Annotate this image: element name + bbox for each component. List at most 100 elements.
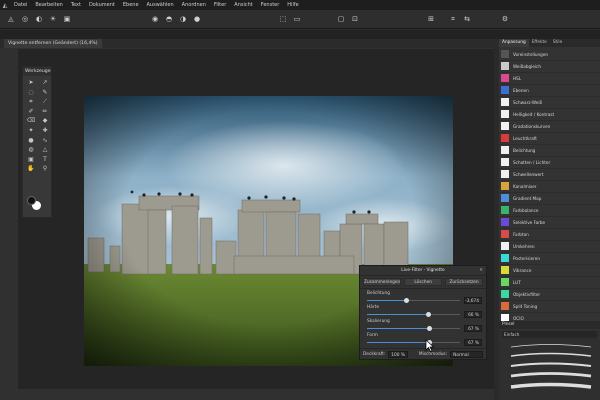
picker-icon[interactable]: ✐	[24, 107, 38, 117]
tab-brushes[interactable]: Pinsel	[499, 321, 600, 329]
paint-icon[interactable]: ✏	[38, 107, 52, 117]
arrange-icon[interactable]: ⇆	[462, 14, 472, 24]
shape-value-field[interactable]: 67 %	[464, 339, 482, 346]
adjust-icon[interactable]: ◉	[150, 14, 160, 24]
color-icon[interactable]: ●	[192, 14, 202, 24]
snapping-icon[interactable]: ⌗	[448, 14, 458, 24]
marquee-icon[interactable]: ▭	[292, 14, 302, 24]
menu-hilfe[interactable]: Hilfe	[283, 2, 302, 8]
pen-icon[interactable]: ✎	[38, 88, 52, 98]
menu-auswaehlen[interactable]: Auswählen	[143, 2, 178, 8]
menu-ebene[interactable]: Ebene	[119, 2, 143, 8]
adjustment-item[interactable]: Objektivfilter	[499, 289, 600, 301]
clone-icon[interactable]: ✦	[24, 126, 38, 136]
adjustment-item[interactable]: Vibrance	[499, 265, 600, 277]
zoom-icon[interactable]: ⚲	[38, 164, 52, 174]
exposure-value-field[interactable]: -3,674	[464, 297, 482, 304]
refine-icon[interactable]: ⊡	[350, 14, 360, 24]
levels-icon[interactable]: ◓	[164, 14, 174, 24]
healing-icon[interactable]: ✚	[38, 126, 52, 136]
shape-icon[interactable]: ▣	[24, 155, 38, 165]
blend-mode-select[interactable]: Normal	[450, 350, 483, 358]
adjustment-item[interactable]: Kanalmixer	[499, 181, 600, 193]
menu-text[interactable]: Text	[67, 2, 85, 8]
exposure-slider[interactable]	[367, 298, 460, 303]
menu-datei[interactable]: Datei	[10, 2, 31, 8]
assistant-icon[interactable]: ⚙	[500, 14, 510, 24]
color-well[interactable]	[27, 196, 41, 210]
adjustment-item[interactable]: Schwellenwert	[499, 169, 600, 181]
erase-icon[interactable]: ⌫	[24, 116, 38, 126]
foreground-color-swatch[interactable]	[27, 196, 36, 205]
adjustment-item[interactable]: Belichtung	[499, 145, 600, 157]
move-tool-icon[interactable]: ➤	[24, 78, 38, 88]
dodge-icon[interactable]: ●	[24, 136, 38, 146]
scale-slider[interactable]	[367, 326, 460, 331]
adjustment-item[interactable]: Helligkeit / Kontrast	[499, 109, 600, 121]
selection-icon[interactable]: ⬚	[278, 14, 288, 24]
adjustment-item[interactable]: Schwarz-Weiß	[499, 97, 600, 109]
hardness-slider[interactable]	[367, 312, 460, 317]
smudge-icon[interactable]: ∿	[38, 136, 52, 146]
adjustment-item[interactable]: HSL	[499, 73, 600, 85]
shape-slider[interactable]	[367, 340, 460, 345]
adjustment-item[interactable]: Schatten / Lichter	[499, 157, 600, 169]
menu-dokument[interactable]: Dokument	[85, 2, 119, 8]
document-tab[interactable]: Vignette entfernen (Geändert) (16,4%)	[4, 39, 102, 48]
menu-filter[interactable]: Filter	[210, 2, 230, 8]
adjustment-item[interactable]: LUT	[499, 277, 600, 289]
exposure-slider-knob[interactable]	[404, 298, 410, 303]
opacity-select[interactable]: 100 %	[388, 350, 408, 358]
adjustment-item[interactable]: Farbbalance	[499, 205, 600, 217]
adjustment-item[interactable]: Weißabgleich	[499, 61, 600, 73]
menu-anordnen[interactable]: Anordnen	[178, 2, 210, 8]
photo-persona-icon[interactable]: ◬	[6, 14, 16, 24]
scale-value-field[interactable]: 67 %	[464, 325, 482, 332]
adjustment-item[interactable]: Gradationskurven	[499, 121, 600, 133]
tab-styles[interactable]: Stile	[550, 39, 565, 47]
scale-slider-knob[interactable]	[426, 326, 432, 331]
delete-button[interactable]: Löschen	[404, 278, 443, 286]
liquify-persona-icon[interactable]: ◎	[20, 14, 30, 24]
merge-button[interactable]: Zusammenlegen	[363, 278, 402, 286]
menu-bar: ◭ Datei Bearbeiten Text Dokument Ebene A…	[0, 0, 600, 10]
adjustment-item[interactable]: Split Toning	[499, 301, 600, 313]
adjustment-item[interactable]: Posterisieren	[499, 253, 600, 265]
adjustment-thumbnail-icon	[501, 266, 509, 275]
develop-persona-icon[interactable]: ◐	[34, 14, 44, 24]
contrast-icon[interactable]: ◑	[178, 14, 188, 24]
menu-ansicht[interactable]: Ansicht	[230, 2, 256, 8]
exposure-label: Belichtung	[367, 291, 390, 296]
hardness-value-field[interactable]: 66 %	[464, 311, 482, 318]
brush-icon[interactable]: ⟋	[38, 97, 52, 107]
menu-fenster[interactable]: Fenster	[257, 2, 284, 8]
align-icon[interactable]: ⊞	[426, 14, 436, 24]
crop-icon[interactable]: ⌗	[24, 97, 38, 107]
canvas-scrollbar[interactable]	[494, 48, 498, 400]
adjustment-item-label: Posterisieren	[513, 255, 541, 261]
adjustment-item[interactable]: Selektive Farbe	[499, 217, 600, 229]
tonemap-persona-icon[interactable]: ☀	[48, 14, 58, 24]
hand-icon[interactable]: ✋	[24, 164, 38, 174]
adjustment-item[interactable]: Umkehren	[499, 241, 600, 253]
adjustment-item[interactable]: Gradient Map	[499, 193, 600, 205]
lasso-icon[interactable]: ◌	[24, 88, 38, 98]
menu-bearbeiten[interactable]: Bearbeiten	[31, 2, 66, 8]
sharpen-icon[interactable]: △	[38, 145, 52, 155]
tab-adjustments[interactable]: Anpassung	[499, 39, 529, 47]
quickmask-icon[interactable]: ▢	[336, 14, 346, 24]
adjustment-item[interactable]: Leuchtkraft	[499, 133, 600, 145]
hardness-slider-knob[interactable]	[425, 312, 431, 317]
adjustment-item[interactable]: Farbton	[499, 229, 600, 241]
close-icon[interactable]: ✕	[479, 266, 483, 276]
text-icon[interactable]: T	[38, 155, 52, 165]
adjustment-item[interactable]: Voreinstellungen	[499, 49, 600, 61]
tab-effects[interactable]: Effekte	[529, 39, 550, 47]
adjustment-item[interactable]: Ebenen	[499, 85, 600, 97]
fill-icon[interactable]: ◆	[38, 116, 52, 126]
export-persona-icon[interactable]: ▣	[62, 14, 72, 24]
brush-category-select[interactable]: Einfach	[502, 331, 597, 338]
blur-icon[interactable]: ◍	[24, 145, 38, 155]
view-tool-icon[interactable]: ↗	[38, 78, 52, 88]
reset-button[interactable]: Zurücksetzen	[445, 278, 483, 286]
